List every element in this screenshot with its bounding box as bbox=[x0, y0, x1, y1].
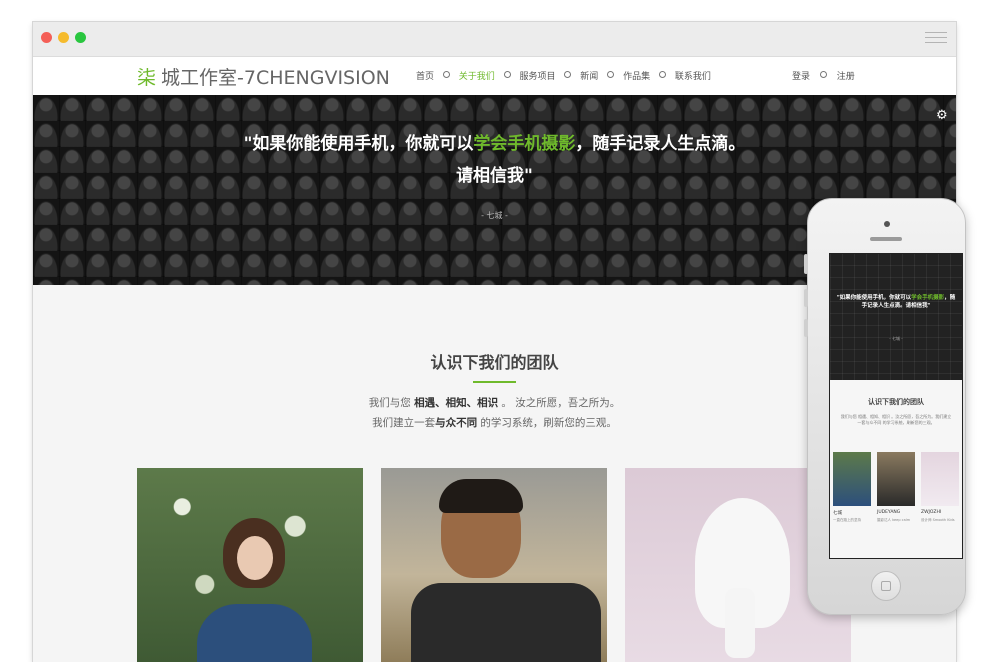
woman-portrait bbox=[197, 518, 312, 662]
nav-item-home[interactable]: 首页 bbox=[416, 69, 434, 82]
hero-quote-line2: 请相信我" bbox=[456, 166, 533, 186]
minimize-window-button[interactable] bbox=[58, 32, 69, 43]
mobile-quote-highlight: 学会手机摄影 bbox=[911, 295, 945, 301]
site-logo[interactable]: 柒城工作室-7CHENGVISION bbox=[137, 63, 390, 90]
nav-separator-icon bbox=[819, 71, 827, 78]
mobile-team-photo[interactable] bbox=[833, 452, 871, 506]
logo-text: 城工作室-7CHENGVISION bbox=[161, 67, 390, 89]
mobile-hero: "如果你能使用手机，你就可以学会手机摄影，随手记录人生点滴。请相信我" - 七城… bbox=[830, 254, 962, 380]
mobile-team-photo[interactable] bbox=[921, 452, 959, 506]
register-link[interactable]: 注册 bbox=[837, 69, 855, 82]
side-button bbox=[804, 254, 808, 274]
nav-separator-icon bbox=[658, 71, 666, 78]
logo-glyph: 柒 bbox=[137, 67, 157, 89]
nav-separator-icon bbox=[607, 71, 615, 78]
mobile-section-desc: 我们与您 相遇、相知、相识 。汝之所愿，吾之所为。我们建立一套与众不同 的学习系… bbox=[840, 414, 952, 425]
mobile-member-name: 七城 bbox=[833, 511, 842, 516]
llama-painting bbox=[695, 488, 790, 658]
mobile-member-name: JUDEYANG bbox=[877, 510, 901, 515]
mobile-member-caption: 一直在路上的坚持 bbox=[833, 518, 861, 522]
login-link[interactable]: 登录 bbox=[792, 69, 810, 82]
nav-separator-icon bbox=[442, 71, 450, 78]
window-titlebar bbox=[33, 22, 956, 57]
nav-separator-icon bbox=[503, 71, 511, 78]
auth-links: 登录 注册 bbox=[792, 69, 862, 82]
nav-item-contact[interactable]: 联系我们 bbox=[675, 69, 711, 82]
desc-text: 我们建立一套 bbox=[372, 417, 436, 429]
close-window-button[interactable] bbox=[41, 32, 52, 43]
mobile-member-name: ZWJOZHI bbox=[921, 510, 942, 515]
nav-item-portfolio[interactable]: 作品集 bbox=[623, 69, 650, 82]
main-nav: 首页 关于我们 服务项目 新闻 作品集 联系我们 bbox=[416, 69, 717, 82]
nav-separator-icon bbox=[564, 71, 572, 78]
mobile-member-caption: 设计师 Smooth Kids bbox=[921, 518, 955, 522]
desc-bold: 相遇、相知、相识 bbox=[414, 397, 499, 409]
home-button[interactable] bbox=[871, 571, 901, 601]
mobile-team-photo[interactable] bbox=[877, 452, 915, 506]
team-member-photo[interactable] bbox=[381, 468, 607, 662]
desc-text: 我们与您 bbox=[368, 397, 415, 409]
speaker-grille bbox=[870, 237, 902, 241]
mobile-section-title: 认识下我们的团队 bbox=[868, 398, 924, 406]
side-button bbox=[804, 319, 808, 337]
site-navbar: 柒城工作室-7CHENGVISION 首页 关于我们 服务项目 新闻 作品集 联… bbox=[33, 57, 956, 95]
nav-item-services[interactable]: 服务项目 bbox=[520, 69, 556, 82]
side-button bbox=[804, 289, 808, 307]
mobile-member-caption: 摄影达人 keep calm bbox=[877, 518, 911, 522]
phone-mockup: "如果你能使用手机，你就可以学会手机摄影，随手记录人生点滴。请相信我" - 七城… bbox=[804, 198, 966, 615]
maximize-window-button[interactable] bbox=[75, 32, 86, 43]
gears-icon[interactable]: ⚙ bbox=[936, 108, 948, 123]
hero-quote-part1: "如果你能使用手机，你就可以 bbox=[243, 134, 474, 154]
camera-icon bbox=[884, 221, 890, 227]
mobile-quote-part1: "如果你能使用手机，你就可以 bbox=[836, 295, 912, 301]
desc-text: 。 汝之所愿，吾之所为。 bbox=[498, 397, 621, 409]
desc-text: 的学习系统，刷新您的三观。 bbox=[477, 417, 617, 429]
hamburger-icon[interactable] bbox=[925, 32, 947, 46]
hero-quote-line1: "如果你能使用手机，你就可以学会手机摄影，随手记录人生点滴。 bbox=[33, 129, 956, 154]
hero-quote-part2: ，随手记录人生点滴。 bbox=[575, 134, 746, 154]
mobile-hero-quote: "如果你能使用手机，你就可以学会手机摄影，随手记录人生点滴。请相信我" bbox=[836, 294, 956, 310]
nav-item-about[interactable]: 关于我们 bbox=[459, 69, 495, 82]
nav-item-news[interactable]: 新闻 bbox=[580, 69, 598, 82]
desc-bold: 与众不同 bbox=[435, 417, 478, 429]
mobile-hero-author: - 七城 - bbox=[889, 336, 903, 341]
man-portrait bbox=[411, 479, 601, 662]
hero-quote-highlight: 学会手机摄影 bbox=[473, 134, 576, 154]
title-underline bbox=[473, 381, 516, 383]
team-member-photo[interactable] bbox=[137, 468, 363, 662]
phone-screen: "如果你能使用手机，你就可以学会手机摄影，随手记录人生点滴。请相信我" - 七城… bbox=[829, 253, 963, 559]
